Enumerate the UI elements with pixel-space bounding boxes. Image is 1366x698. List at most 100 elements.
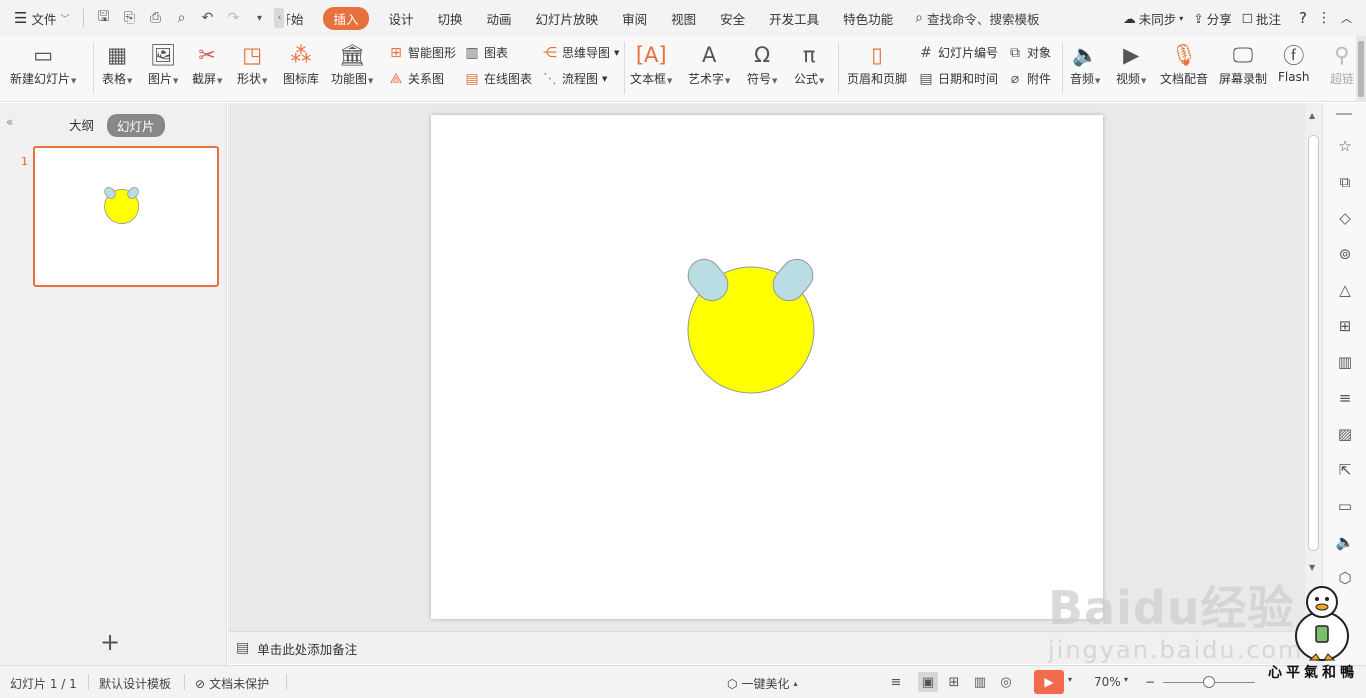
ribbon-scrollbar-thumb[interactable]: [1358, 41, 1364, 97]
notes-toggle-button[interactable]: ≡: [886, 672, 906, 692]
online-chart-button[interactable]: ▤ 在线图表: [464, 70, 532, 87]
chevron-down-icon: ▾: [1179, 13, 1184, 23]
symbol-button[interactable]: Ω 符号▼: [747, 40, 777, 87]
tab-transition[interactable]: 切换: [438, 9, 463, 28]
slide-thumbnail[interactable]: [33, 146, 219, 287]
tab-insert[interactable]: 插入: [323, 6, 369, 30]
star-icon[interactable]: ☆: [1323, 137, 1366, 155]
shape-button[interactable]: ◳ 形状▼: [237, 40, 267, 87]
flash-button[interactable]: ⓕ Flash: [1278, 40, 1309, 84]
comment-button[interactable]: ☐ 批注: [1242, 9, 1281, 28]
print-icon[interactable]: ⎙: [146, 10, 164, 26]
new-slide-button[interactable]: ▭ 新建幻灯片▼: [10, 40, 76, 87]
tabs-scroll-left-button[interactable]: ‹: [274, 8, 285, 28]
reading-view-button[interactable]: ▥: [970, 672, 990, 692]
function-chart-button[interactable]: 🏛 功能图▼: [331, 40, 373, 87]
icon-library-button[interactable]: ⁂ 图标库: [283, 40, 319, 87]
attachment-button[interactable]: ⌀ 附件: [1007, 70, 1051, 87]
share-out-icon[interactable]: ⇱: [1323, 461, 1366, 479]
settings-sliders-icon[interactable]: ≡: [1323, 389, 1366, 407]
relation-chart-button[interactable]: ⟁ 关系图: [388, 70, 444, 87]
screen-record-button[interactable]: 🖵 屏幕录制: [1219, 40, 1267, 87]
play-options-chevron-icon[interactable]: ▾: [1068, 675, 1072, 684]
tab-security[interactable]: 安全: [720, 9, 745, 28]
object-button[interactable]: ⧉ 对象: [1007, 44, 1051, 61]
flowchart-button[interactable]: ⋱ 流程图 ▼: [542, 70, 607, 87]
tab-animation[interactable]: 动画: [487, 9, 512, 28]
vertical-scrollbar-thumb[interactable]: [1308, 135, 1319, 551]
wordart-button[interactable]: A 艺术字▼: [688, 40, 730, 87]
save-icon[interactable]: 🖫: [94, 6, 112, 30]
textbox-button[interactable]: [A] 文本框▼: [630, 40, 672, 87]
screenshot-button[interactable]: ✂ 截屏▼: [192, 40, 222, 87]
collapse-panel-icon[interactable]: «: [6, 115, 13, 129]
grid-icon[interactable]: ⊞: [1323, 317, 1366, 335]
drag-handle[interactable]: [1336, 113, 1352, 115]
scroll-up-icon[interactable]: ▲: [1309, 111, 1315, 120]
design-template-label[interactable]: 默认设计模板: [99, 675, 171, 692]
protection-label: 文档未保护: [209, 677, 270, 691]
divider: [838, 42, 839, 94]
vertical-scrollbar[interactable]: ▲ ▼: [1305, 103, 1322, 665]
redo-icon[interactable]: ↷: [224, 10, 242, 26]
more-icon[interactable]: ⋮: [1317, 10, 1331, 26]
smart-art-button[interactable]: ⊞ 智能图形: [388, 44, 456, 61]
customize-icon[interactable]: ▾: [250, 13, 268, 24]
tab-slides[interactable]: 幻灯片: [107, 114, 165, 137]
copy-icon[interactable]: ⧉: [1323, 173, 1366, 191]
audio-button[interactable]: 🔈 音频▼: [1070, 40, 1100, 87]
zoom-dropdown-icon[interactable]: ▾: [1124, 675, 1128, 684]
volume-icon[interactable]: 🔈: [1323, 533, 1366, 551]
one-click-beautify-button[interactable]: ⬡ 一键美化 ▴: [727, 675, 798, 692]
picture-button[interactable]: 🖼 图片▼: [148, 40, 178, 87]
scroll-down-icon[interactable]: ▼: [1309, 563, 1315, 572]
command-search[interactable]: ⌕ 查找命令、搜索模板: [915, 9, 1039, 28]
shield-icon[interactable]: ⬡: [1323, 569, 1366, 587]
normal-view-button[interactable]: ▣: [918, 672, 938, 692]
formula-button[interactable]: π 公式▼: [794, 40, 824, 87]
archive-icon[interactable]: ▭: [1323, 497, 1366, 515]
tab-home[interactable]: 开始: [287, 9, 303, 28]
share-button[interactable]: ⇪ 分享: [1193, 9, 1232, 28]
export-icon[interactable]: ⎘: [120, 10, 138, 26]
file-menu[interactable]: ☰ 文件 ﹀: [0, 0, 79, 36]
slide-sorter-button[interactable]: ⊞: [944, 672, 964, 692]
help-icon[interactable]: ?: [1299, 9, 1307, 27]
location-icon[interactable]: ⊚: [1323, 245, 1366, 263]
tab-features[interactable]: 特色功能: [843, 9, 893, 28]
header-footer-button[interactable]: ▯ 页眉和页脚: [847, 40, 907, 87]
tab-outline[interactable]: 大纲: [69, 115, 94, 134]
fill-icon[interactable]: △: [1323, 281, 1366, 299]
collapse-ribbon-icon[interactable]: ︿: [1341, 10, 1352, 26]
tab-view[interactable]: 视图: [671, 9, 696, 28]
sync-button[interactable]: ☁ 未同步 ▾: [1123, 9, 1183, 28]
tab-design[interactable]: 设计: [389, 9, 414, 28]
notes-pane[interactable]: ▤ 单击此处添加备注: [228, 631, 1305, 664]
add-slide-button[interactable]: +: [100, 630, 120, 654]
hyperlink-button[interactable]: ⚲ 超链: [1328, 40, 1356, 87]
slide-number-button[interactable]: # 幻灯片编号: [918, 44, 998, 61]
date-time-button[interactable]: ▤ 日期和时间: [918, 70, 998, 87]
tab-slideshow[interactable]: 幻灯片放映: [536, 9, 599, 28]
bar-chart-icon: ▥: [465, 44, 479, 61]
undo-icon[interactable]: ↶: [198, 10, 216, 26]
play-slideshow-button[interactable]: ▶: [1034, 670, 1064, 694]
presenter-view-button[interactable]: ◎: [996, 672, 1016, 692]
tab-developer[interactable]: 开发工具: [769, 9, 819, 28]
doc-dubbing-button[interactable]: 🎙 文档配音: [1160, 40, 1208, 87]
mind-map-button[interactable]: ⋲ 思维导图 ▼: [542, 44, 619, 61]
table-button[interactable]: ▦ 表格▼: [102, 40, 132, 87]
chart-icon[interactable]: ▥: [1323, 353, 1366, 371]
zoom-out-icon[interactable]: −: [1145, 675, 1155, 689]
shapes-icon[interactable]: ◇: [1323, 209, 1366, 227]
zoom-level[interactable]: 70%: [1094, 675, 1121, 689]
slide-canvas[interactable]: [431, 115, 1103, 619]
print-preview-icon[interactable]: ⌕: [172, 10, 190, 26]
tab-review[interactable]: 审阅: [622, 9, 647, 28]
chart-button[interactable]: ▥ 图表: [464, 44, 508, 61]
video-button[interactable]: ▶ 视频▼: [1116, 40, 1146, 87]
document-protection[interactable]: ⊘ 文档未保护: [195, 675, 269, 692]
zoom-slider-knob[interactable]: [1203, 676, 1215, 688]
ribbon-scrollbar[interactable]: [1356, 36, 1366, 102]
image-icon[interactable]: ▨: [1323, 425, 1366, 443]
